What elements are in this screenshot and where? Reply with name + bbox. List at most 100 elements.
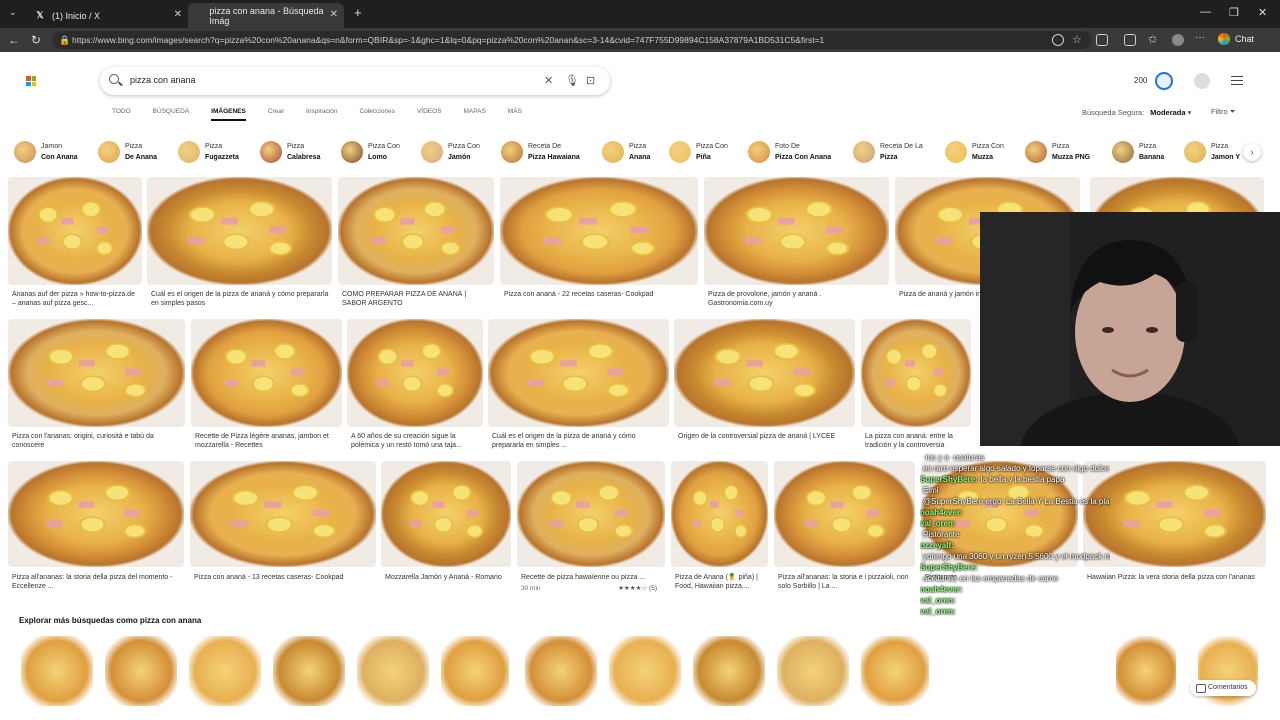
related-search-chip[interactable]: Pizza Jamon Y (1184, 138, 1240, 166)
image-result[interactable]: Hawaiian Pizza: la vera storia della piz… (1083, 461, 1266, 601)
filter-button[interactable]: Filtro ⏷ (1211, 107, 1236, 117)
image-result[interactable]: Cuál es el origen de la pizza de ananá y… (488, 319, 669, 461)
chat-message: @SuperShyBere ergo: La Bella Y La Bestia… (920, 496, 1110, 507)
tab-search[interactable]: BÚSQUEDA (153, 108, 189, 115)
close-tab-icon[interactable]: ✕ (330, 9, 338, 20)
image-result[interactable]: Pizza con ananá - 22 recetas caseras- Co… (500, 177, 698, 319)
search-input[interactable]: pizza con anana (130, 75, 196, 85)
related-search-chip[interactable]: Pizza Con Muzza (945, 138, 1004, 166)
favorite-star-icon[interactable]: ☆ (1072, 33, 1084, 46)
related-search-chip[interactable]: Pizza Anana (602, 138, 650, 166)
pizza-image (191, 319, 342, 427)
tab-maps[interactable]: MAPAS (464, 108, 486, 115)
explore-thumbnail[interactable] (861, 636, 929, 706)
chevron-right-icon[interactable]: › (1243, 143, 1261, 161)
image-result[interactable]: Pizza all'ananas: la storia e i pizzaiol… (774, 461, 915, 601)
image-result[interactable]: Pizza con ananá - 13 recetas caseras- Co… (190, 461, 376, 601)
new-tab-button[interactable]: + (354, 5, 362, 20)
rewards-points[interactable]: 200 (1134, 76, 1147, 85)
split-screen-icon[interactable] (1124, 34, 1136, 46)
image-result[interactable]: Mozzarella Jamón y Ananá - Romario (381, 461, 511, 601)
back-arrow-icon[interactable]: ← (8, 33, 20, 47)
related-search-chip[interactable]: Receta De Pizza Hawaiana (501, 138, 580, 166)
close-window-icon[interactable]: ✕ (1258, 6, 1267, 19)
more-menu-icon[interactable]: ··· (1195, 32, 1207, 44)
account-icon[interactable] (1194, 73, 1210, 89)
visual-search-icon[interactable]: ⊡ (586, 74, 595, 87)
explore-thumbnail[interactable] (609, 636, 681, 706)
explore-thumbnail[interactable] (777, 636, 849, 706)
rewards-icon[interactable] (1155, 72, 1173, 90)
chat-message: aceitunas en las empanadas de carne (920, 573, 1110, 584)
explore-thumbnail[interactable] (273, 636, 345, 706)
pizza-image (671, 461, 768, 567)
chip-label: Receta De La Pizza (880, 143, 923, 161)
explore-thumbnail[interactable] (1116, 636, 1176, 706)
related-search-chip[interactable]: Jamon Con Anana (14, 138, 78, 166)
close-tab-icon[interactable]: ✕ (174, 9, 182, 20)
image-result[interactable]: La pizza con ananá: entre la tradición y… (861, 319, 971, 461)
image-result[interactable]: A 60 años de su creación sigue la polémi… (347, 319, 483, 461)
explore-thumbnail[interactable] (357, 636, 429, 706)
pizza-image (147, 177, 332, 285)
tab-videos[interactable]: VÍDEOS (417, 108, 442, 115)
microphone-icon[interactable]: 🎙 (565, 74, 579, 87)
tab-all[interactable]: TODO (112, 108, 131, 115)
explore-thumbnail[interactable] (441, 636, 509, 706)
related-search-chip[interactable]: Pizza Con Lomo (341, 138, 400, 166)
tab-bing-images[interactable]: pizza con anana - Búsqueda Imág ✕ (188, 3, 344, 28)
related-search-chip[interactable]: Pizza Muzza PNG (1025, 138, 1090, 166)
related-search-chip[interactable]: Foto De Pizza Con Anana (748, 138, 831, 166)
image-result[interactable]: Recette de pizza hawaïenne ou pizza ... 3… (517, 461, 665, 601)
pizza-image (674, 319, 855, 427)
related-search-chip[interactable]: Pizza Con Jamón (421, 138, 480, 166)
image-result[interactable]: Pizza con l'ananas: origini, curiosità e… (8, 319, 185, 461)
image-result[interactable]: COMO PREPARAR PIZZA DE ANANÁ | SABOR ARG… (338, 177, 494, 319)
explore-thumbnail[interactable] (525, 636, 597, 706)
tab-list-icon[interactable]: ⌄ (9, 7, 17, 18)
copilot-chat-button[interactable]: Chat (1218, 33, 1254, 45)
tab-twitter[interactable]: 𝕏 (1) Inicio / X ✕ (26, 3, 188, 28)
microsoft-logo[interactable] (26, 76, 36, 86)
related-search-chip[interactable]: Pizza Fugazzeta (178, 138, 239, 166)
profile-icon[interactable] (1172, 34, 1184, 46)
clear-icon[interactable]: ✕ (544, 74, 553, 87)
address-bar[interactable]: 🔒 https://www.bing.com/images/search?q=p… (52, 31, 1092, 49)
explore-thumbnail[interactable] (105, 636, 177, 706)
reload-icon[interactable]: ↻ (31, 33, 41, 47)
image-result[interactable]: Cuál es el origen de la pizza de ananá y… (147, 177, 332, 319)
maximize-icon[interactable]: ❐ (1229, 6, 1239, 19)
image-result[interactable]: Pizza de provolone, jamón y ananá . Gast… (704, 177, 889, 319)
tab-images[interactable]: IMÁGENES (211, 108, 246, 121)
search-box[interactable]: pizza con anana ✕ 🎙 ⊡ (100, 67, 610, 95)
extensions-icon[interactable] (1096, 34, 1108, 46)
safesearch-dropdown[interactable]: Búsqueda Segura: Moderada ▾ (1082, 108, 1191, 117)
explore-thumbnail[interactable] (189, 636, 261, 706)
tab-create[interactable]: Crear (268, 108, 284, 115)
favorites-icon[interactable]: ✩ (1148, 33, 1160, 46)
explore-thumbnail[interactable] (693, 636, 765, 706)
tab-more[interactable]: MÁS (508, 108, 522, 115)
feedback-button[interactable]: Comentarios (1190, 680, 1256, 696)
chat-text: la bella y la bestia papa (980, 475, 1065, 484)
hamburger-menu-icon[interactable] (1231, 76, 1243, 85)
tab-collections[interactable]: Colecciones (360, 108, 395, 115)
tab-inspiration[interactable]: Inspiración (306, 108, 337, 115)
related-search-chip[interactable]: Pizza Con Piña (669, 138, 728, 166)
image-result[interactable]: Origen de la controversial pizza de anan… (674, 319, 855, 461)
chip-label: Foto De Pizza Con Anana (775, 143, 832, 161)
related-search-chip[interactable]: Pizza Calabresa (260, 138, 320, 166)
zoom-icon[interactable] (1052, 34, 1064, 46)
search-icon[interactable] (109, 74, 119, 84)
image-result[interactable]: Pizza all'ananas: la storia della pizza … (8, 461, 184, 601)
pizza-toppings (549, 484, 634, 539)
explore-thumbnail[interactable] (21, 636, 93, 706)
image-result[interactable]: Pizza de Anana (🍍 piña) | Food, Hawaiian… (671, 461, 768, 601)
related-search-chip[interactable]: Receta De La Pizza (853, 138, 923, 166)
image-result[interactable]: Recette de Pizza légère ananas, jambon e… (191, 319, 342, 461)
minimize-icon[interactable]: — (1200, 6, 1211, 18)
related-search-chip[interactable]: Pizza De Anana (98, 138, 157, 166)
filter-label: Filtro (1211, 107, 1228, 116)
image-result[interactable]: Ananas auf der pizza » how-to-pizza.de –… (8, 177, 142, 319)
related-search-chip[interactable]: Pizza Banana (1112, 138, 1164, 166)
